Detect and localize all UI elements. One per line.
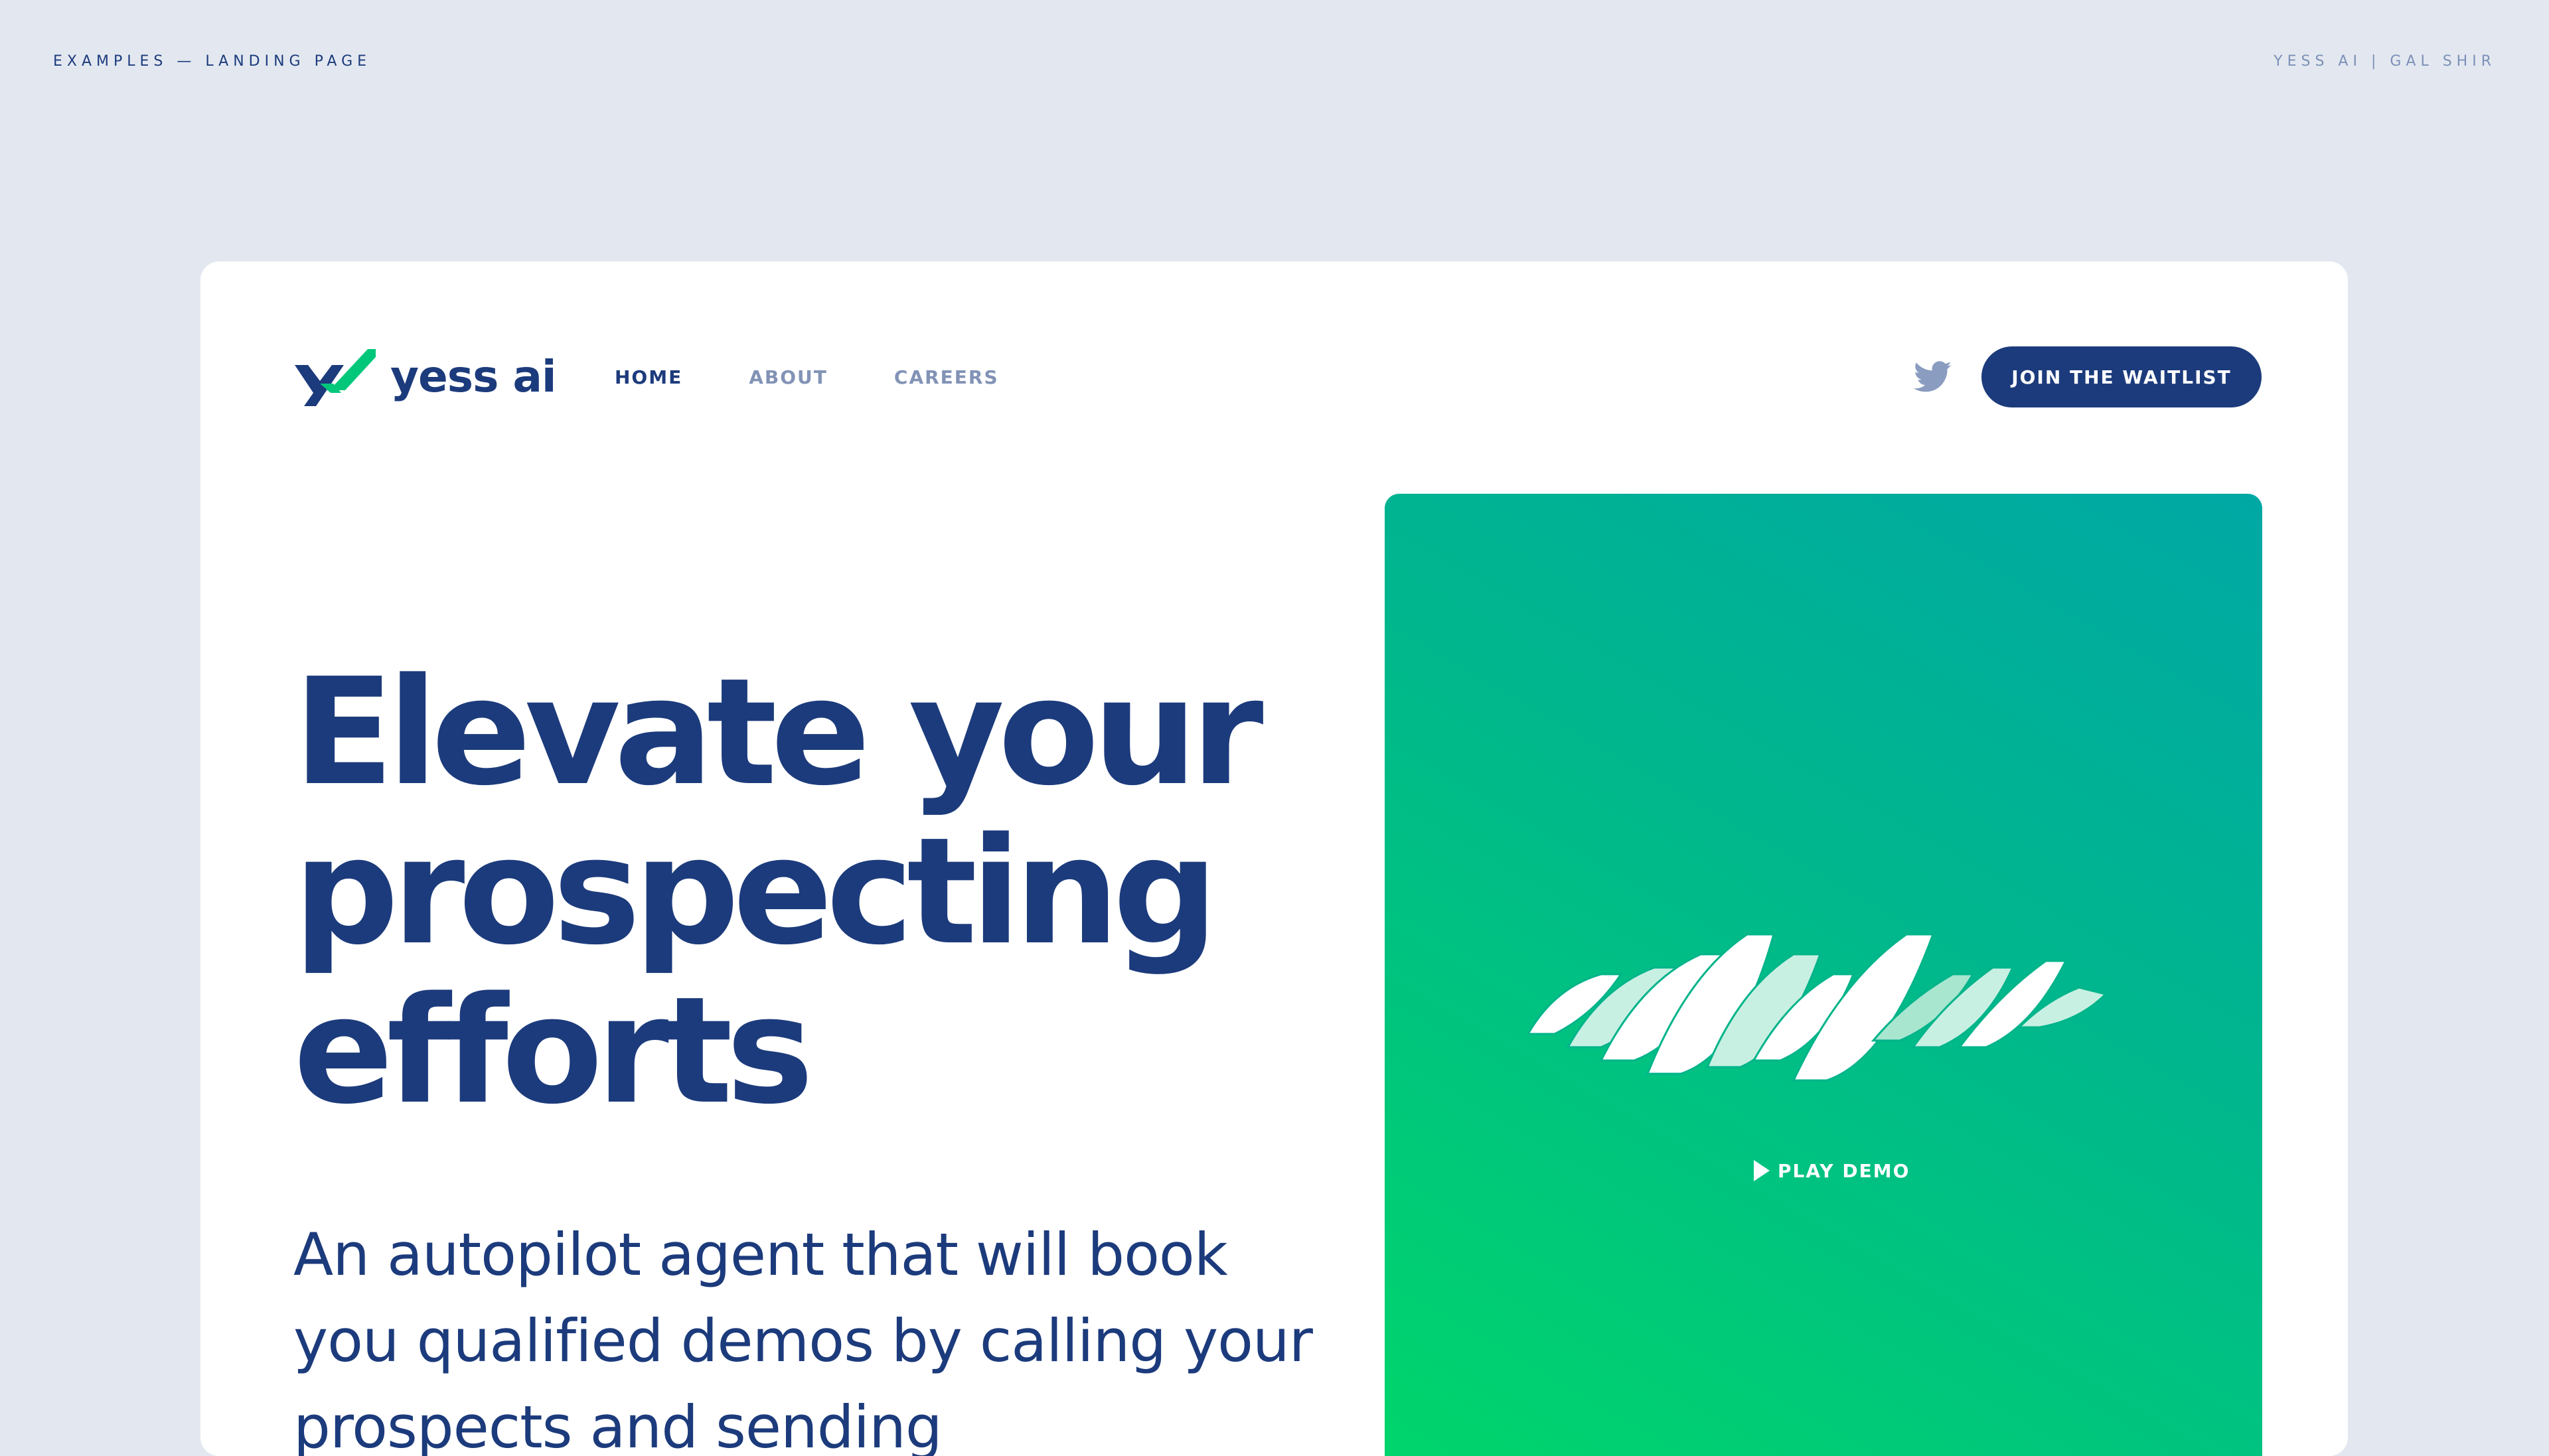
top-navigation: yess ai HOME ABOUT CAREERS JOIN THE WAIT…	[293, 346, 2262, 407]
nav-link-home[interactable]: HOME	[615, 366, 682, 388]
landing-page-card: yess ai HOME ABOUT CAREERS JOIN THE WAIT…	[200, 261, 2348, 1456]
join-waitlist-button[interactable]: JOIN THE WAITLIST	[1981, 346, 2262, 407]
hero-headline: Elevate your prospecting efforts	[293, 647, 1264, 1137]
brand-logo[interactable]: yess ai	[293, 346, 556, 407]
page-credit-label: YESS AI | GAL SHIR	[2274, 53, 2496, 70]
twitter-icon[interactable]	[1914, 361, 1952, 393]
nav-link-careers[interactable]: CAREERS	[894, 366, 999, 388]
yess-logo-icon	[295, 349, 376, 406]
play-icon	[1754, 1160, 1770, 1181]
hero-media-panel[interactable]: PLAY DEMO	[1385, 494, 2262, 1456]
play-demo-button[interactable]: PLAY DEMO	[1752, 1157, 1910, 1184]
nav-links: HOME ABOUT CAREERS	[615, 346, 1065, 407]
play-demo-label: PLAY DEMO	[1778, 1159, 1910, 1182]
wave-graphic-icon	[1528, 933, 2108, 1082]
page-meta-label: EXAMPLES — LANDING PAGE	[53, 53, 372, 70]
nav-link-about[interactable]: ABOUT	[749, 366, 828, 388]
hero-subheadline: An autopilot agent that will book you qu…	[293, 1220, 1313, 1456]
brand-name: yess ai	[390, 351, 556, 402]
